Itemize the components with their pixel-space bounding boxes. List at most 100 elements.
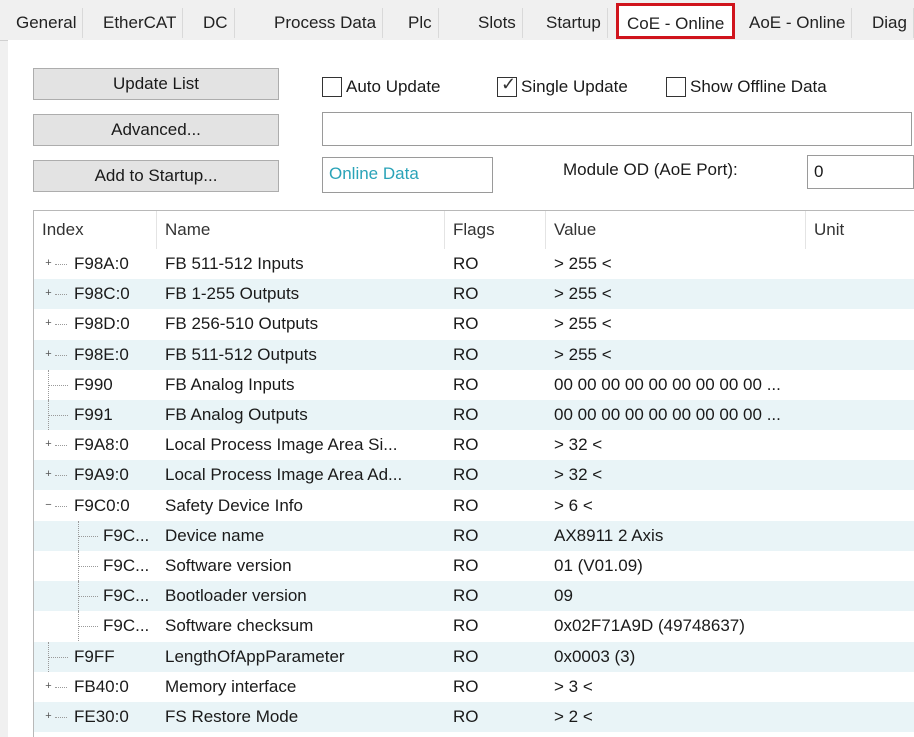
cell-flags: RO (453, 465, 479, 485)
table-row[interactable]: F990 FB Analog Inputs RO 00 00 00 00 00 00 … (34, 369, 914, 400)
tab-ethercat[interactable]: EtherCAT (97, 8, 184, 38)
checkbox-box[interactable]: ✓ (497, 74, 517, 97)
tree-line (48, 415, 68, 416)
column-header-flags[interactable]: Flags (445, 211, 546, 249)
cell-name: FB Analog Outputs (165, 405, 308, 424)
cell-flags: RO (453, 314, 479, 334)
table-row[interactable]: F9C... Bootloader version RO 09 (34, 581, 914, 612)
checkbox-box[interactable] (666, 77, 686, 97)
module-od-label: Module OD (AoE Port): (563, 160, 738, 179)
expand-icon[interactable]: + (43, 711, 54, 722)
cell-value: > 255 < (554, 344, 612, 364)
tree-line (48, 384, 68, 386)
tree-line (55, 324, 67, 326)
single-update-label: Single Update (521, 77, 628, 96)
cell-index: F990 (74, 374, 113, 394)
collapse-icon[interactable]: − (43, 499, 54, 511)
expand-icon[interactable]: + (43, 348, 54, 360)
cell-index: F9C0:0 (74, 495, 130, 515)
tab-plc[interactable]: Plc (402, 8, 439, 38)
expand-icon[interactable]: + (43, 680, 54, 692)
table-row[interactable]: + F98D:0 FB 256-510 Outputs RO > 255 < (34, 309, 914, 339)
cell-name: Bootloader version (165, 586, 307, 606)
update-list-button[interactable]: Update List (33, 68, 279, 100)
tab-diag[interactable]: Diag (866, 8, 914, 38)
cell-index: F991 (74, 405, 113, 424)
cell-value: 0x0003 (3) (554, 646, 636, 666)
column-header-value[interactable]: Value (546, 211, 806, 249)
cell-flags: RO (453, 586, 479, 606)
advanced-button[interactable]: Advanced... (33, 114, 279, 146)
cell-value: 01 (V01.09) (554, 556, 643, 575)
tree-line (55, 354, 67, 356)
table-row[interactable]: + FE30:0 FS Restore Mode RO > 2 < (34, 702, 914, 732)
cell-index: F9A8:0 (74, 435, 129, 455)
column-header-unit[interactable]: Unit (806, 211, 914, 249)
cell-flags: RO (453, 374, 479, 394)
single-update-checkbox[interactable]: ✓ Single Update (497, 74, 628, 99)
cell-name: Software version (165, 556, 292, 575)
tab-strip: General EtherCAT DC Process Data Plc Slo… (0, 0, 914, 41)
show-offline-data-checkbox[interactable]: Show Offline Data (666, 75, 827, 99)
cell-name: FB 511-512 Outputs (165, 344, 317, 364)
cell-value: 09 (554, 586, 573, 606)
cell-index: FE30:0 (74, 707, 129, 726)
column-header-name[interactable]: Name (157, 211, 445, 249)
cell-value: > 6 < (554, 495, 593, 515)
table-row[interactable]: + F98E:0 FB 511-512 Outputs RO > 255 < (34, 339, 914, 370)
cell-name: FB 511-512 Inputs (165, 254, 304, 273)
tree-line (55, 475, 67, 477)
cell-flags: RO (453, 556, 479, 575)
tab-general[interactable]: General (10, 8, 84, 38)
tab-aoe-online[interactable]: AoE - Online (743, 8, 853, 38)
tab-slots[interactable]: Slots (472, 8, 523, 38)
cell-flags: RO (453, 405, 479, 424)
cell-name: Memory interface (165, 676, 297, 696)
cell-name: FB 256-510 Outputs (165, 314, 319, 334)
cell-name: FS Restore Mode (165, 707, 299, 726)
cell-name: Device name (165, 525, 265, 545)
table-row[interactable]: F9C... Device name RO AX8911 2 Axis (34, 520, 914, 551)
expand-icon[interactable]: + (43, 318, 54, 329)
tree-line (78, 596, 98, 598)
table-row[interactable]: F9C... Software checksum RO 0x02F71A9D (497… (34, 611, 914, 642)
cell-flags: RO (453, 525, 479, 545)
column-header-index[interactable]: Index (34, 211, 157, 249)
cell-index: FB40:0 (74, 676, 129, 696)
table-row[interactable]: F991 FB Analog Outputs RO 00 00 00 00 00 00… (34, 400, 914, 430)
expand-icon[interactable]: + (43, 439, 54, 450)
tab-dc[interactable]: DC (197, 8, 235, 38)
module-od-input[interactable]: 0 (807, 155, 914, 189)
table-row[interactable]: + FB40:0 Memory interface RO > 3 < (34, 672, 914, 702)
cell-index: F9C... (103, 556, 150, 575)
tree-line (55, 445, 67, 447)
table-row[interactable]: F9FF LengthOfAppParameter RO 0x0003 (3) (34, 641, 914, 672)
expand-icon[interactable]: + (43, 469, 54, 480)
cell-value: 00 00 00 00 00 00 00 00 00 ... (554, 405, 781, 424)
tree-line (78, 626, 98, 628)
online-data-field: Online Data (322, 157, 493, 193)
expand-icon[interactable]: + (43, 288, 54, 299)
cell-name: Software checksum (165, 616, 314, 636)
table-row[interactable]: − F9C0:0 Safety Device Info RO > 6 < (34, 491, 914, 521)
cell-flags: RO (453, 616, 479, 636)
tab-coe-online[interactable]: CoE - Online (616, 3, 736, 39)
tree-line (55, 717, 67, 718)
table-row[interactable]: + F98C:0 FB 1-255 Outputs RO > 255 < (34, 279, 914, 310)
tab-process-data[interactable]: Process Data (268, 8, 384, 38)
cell-name: FB 1-255 Outputs (165, 284, 300, 304)
table-row[interactable]: + F98A:0 FB 511-512 Inputs RO > 255 < (34, 249, 914, 279)
cell-value: > 255 < (554, 284, 612, 304)
filter-input[interactable] (322, 112, 912, 146)
cell-name: Local Process Image Area Si... (165, 435, 398, 455)
cell-flags: RO (453, 344, 479, 364)
checkbox-box[interactable] (322, 77, 342, 97)
tab-startup[interactable]: Startup (540, 8, 608, 38)
auto-update-checkbox[interactable]: Auto Update (322, 75, 441, 99)
table-row[interactable]: + F9A9:0 Local Process Image Area Ad... RO >… (34, 460, 914, 491)
expand-icon[interactable]: + (43, 258, 54, 269)
table-row[interactable]: F9C... Software version RO 01 (V01.09) (34, 551, 914, 581)
add-to-startup-button[interactable]: Add to Startup... (33, 160, 279, 192)
table-row[interactable]: + F9A8:0 Local Process Image Area Si... RO >… (34, 430, 914, 460)
checkmark-icon: ✓ (501, 74, 517, 94)
